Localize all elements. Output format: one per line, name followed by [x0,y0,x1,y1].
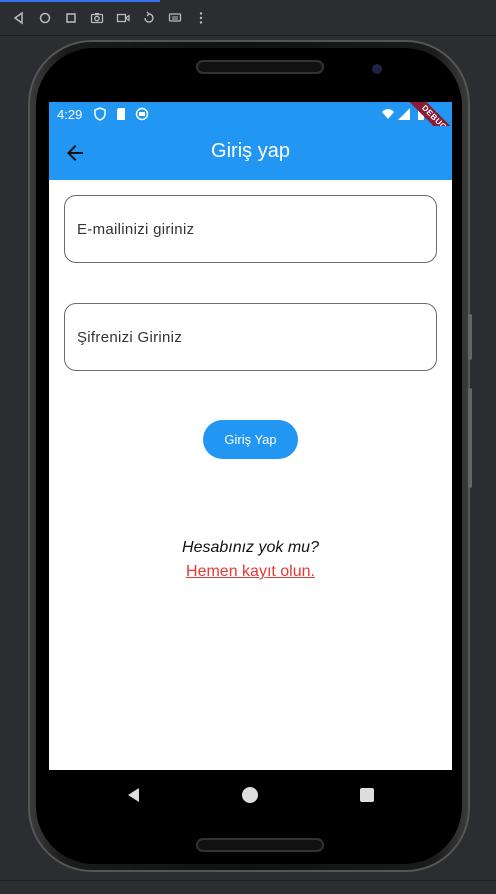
app-screen: 4:29 DEBUG Giriş yap Giriş Ya [49,102,452,819]
app-bar: Giriş yap [49,126,452,180]
password-input[interactable] [65,304,436,370]
signal-icon [398,108,410,120]
emulator-overview-icon[interactable] [61,8,81,28]
status-time: 4:29 [57,107,83,122]
emulator-bottom-bar [0,880,496,894]
no-account-question: Hesabınız yok mu? [182,539,319,556]
power-button[interactable] [468,314,472,360]
emulator-rotate-icon[interactable] [139,8,159,28]
page-title: Giriş yap [211,140,290,162]
emulator-screenshot-icon[interactable] [87,8,107,28]
front-camera [372,64,382,74]
register-link[interactable]: Hemen kayıt olun. [49,563,452,581]
email-input[interactable] [65,196,436,262]
emulator-back-icon[interactable] [9,8,29,28]
system-nav-bar [49,770,452,820]
status-bar: 4:29 DEBUG [49,102,452,151]
circle-home-icon[interactable] [241,786,259,804]
login-button[interactable]: Giriş Yap [203,420,298,459]
password-field[interactable] [64,303,437,371]
emulator-keyboard-icon[interactable] [165,8,185,28]
shield-icon [94,107,106,121]
toolbar-accent-line [0,0,160,2]
emulator-home-icon[interactable] [35,8,55,28]
volume-button[interactable] [468,388,472,488]
wifi-icon [382,109,394,119]
bottom-speaker [196,838,324,852]
square-recents-icon[interactable] [358,786,376,804]
emulator-more-icon[interactable] [191,8,211,28]
emulator-record-icon[interactable] [113,8,133,28]
email-field[interactable] [64,195,437,263]
emulator-toolbar [0,0,496,36]
android-icon [135,107,149,121]
sd-card-icon [117,108,125,120]
triangle-back-icon[interactable] [125,786,143,804]
top-speaker [196,60,324,74]
